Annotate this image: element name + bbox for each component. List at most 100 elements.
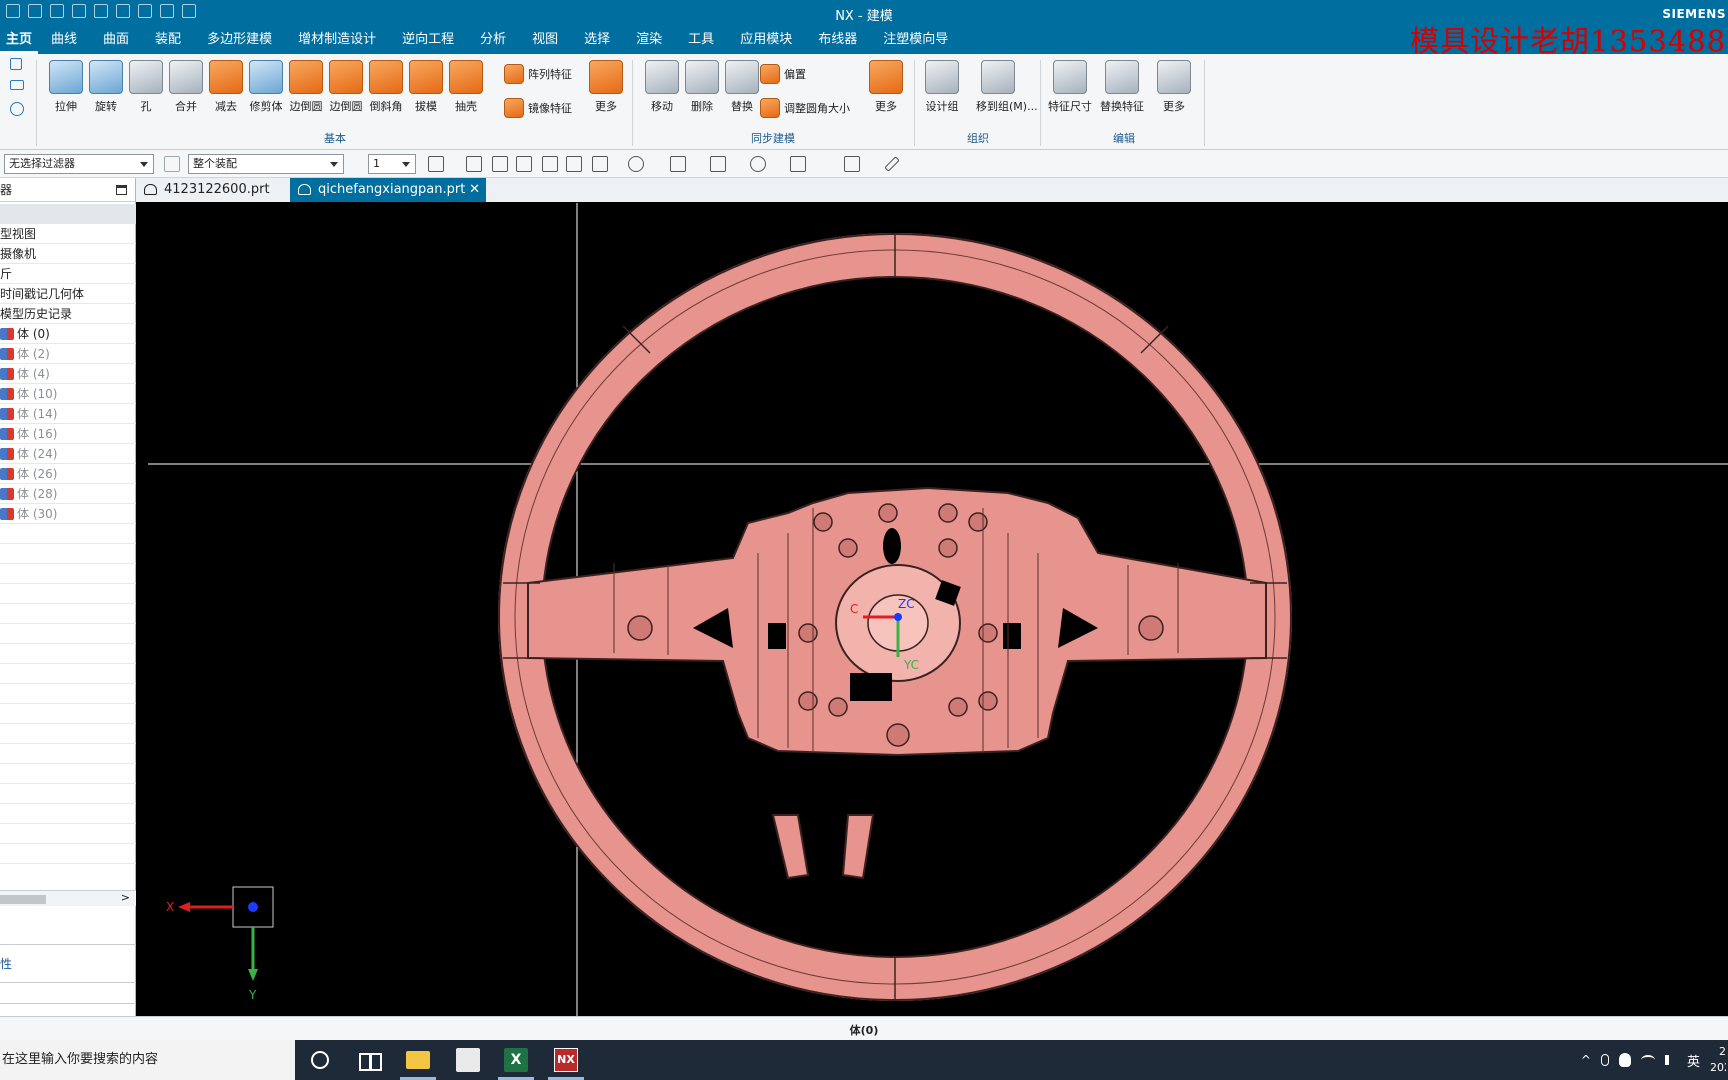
ribbon-tool-button[interactable]: 更多 bbox=[1152, 60, 1196, 114]
navigator-node[interactable]: 体 (10) bbox=[0, 384, 136, 404]
ribbon-tool-button[interactable]: 删除 bbox=[680, 60, 724, 114]
navigator-node[interactable]: 体 (2) bbox=[0, 344, 136, 364]
cortana-icon[interactable] bbox=[311, 1051, 329, 1069]
view-section-icon[interactable] bbox=[790, 156, 806, 172]
selection-scope-dropdown[interactable]: 整个装配 bbox=[188, 154, 344, 174]
network-icon[interactable] bbox=[1640, 1055, 1655, 1065]
menu-tab[interactable]: 多边形建模 bbox=[194, 26, 285, 54]
menu-tab[interactable]: 曲面 bbox=[90, 26, 142, 54]
menu-tab[interactable]: 选择 bbox=[571, 26, 623, 54]
wireframe-icon[interactable] bbox=[566, 156, 582, 172]
navigator-node[interactable]: 体 (14) bbox=[0, 404, 136, 424]
ribbon-small-button[interactable]: 偏置 bbox=[760, 64, 860, 84]
ribbon-tool-button[interactable]: 拔模 bbox=[404, 60, 448, 114]
ribbon-tool-button[interactable]: 旋转 bbox=[84, 60, 128, 114]
scroll-right-arrow[interactable]: > bbox=[121, 891, 130, 904]
qq-tray-icon[interactable] bbox=[1618, 1053, 1631, 1067]
menu-tab[interactable]: 主页 bbox=[0, 26, 39, 54]
nx-app-icon[interactable]: NX bbox=[554, 1048, 578, 1072]
maximize-icon[interactable] bbox=[116, 185, 127, 195]
navigator-node[interactable]: 体 (16) bbox=[0, 424, 136, 444]
horizontal-scrollbar[interactable]: > bbox=[0, 890, 136, 906]
properties-label[interactable]: 性 bbox=[0, 951, 136, 976]
system-clock[interactable]: 2 202 bbox=[1710, 1044, 1726, 1076]
task-view-icon[interactable] bbox=[356, 1048, 382, 1072]
excel-icon[interactable]: X bbox=[504, 1048, 528, 1072]
ribbon-tool-button[interactable]: 替换特征 bbox=[1100, 60, 1144, 114]
ribbon-tool-button[interactable]: 拉伸 bbox=[44, 60, 88, 114]
layer-settings-icon[interactable] bbox=[710, 156, 726, 172]
display-settings-icon[interactable] bbox=[750, 156, 766, 172]
ribbon-tool-button[interactable]: 边倒圆 bbox=[284, 60, 328, 114]
navigator-node[interactable]: 型视图 bbox=[0, 224, 136, 244]
ribbon-small-button[interactable]: 调整圆角大小 bbox=[760, 98, 860, 118]
ribbon-tool-button[interactable]: 移到组(M)... bbox=[976, 60, 1038, 114]
menu-tab[interactable]: 曲线 bbox=[38, 26, 90, 54]
ribbon-tool-button[interactable]: 抽壳 bbox=[444, 60, 488, 114]
navigator-node[interactable]: 体 (30) bbox=[0, 504, 136, 524]
fit-view-icon[interactable] bbox=[592, 156, 608, 172]
navigator-node[interactable] bbox=[0, 204, 136, 224]
menu-tab[interactable]: 分析 bbox=[467, 26, 519, 54]
menu-tab[interactable]: 装配 bbox=[142, 26, 194, 54]
shaded-cube-icon[interactable] bbox=[542, 156, 558, 172]
ribbon-tool-button[interactable]: 合并 bbox=[164, 60, 208, 114]
file-tab[interactable]: qichefangxiangpan.prt ✕ bbox=[290, 178, 486, 202]
ribbon-tool-button[interactable]: 修剪体 bbox=[244, 60, 288, 114]
coordinate-icon[interactable] bbox=[844, 156, 860, 172]
refresh-view-icon[interactable] bbox=[516, 156, 532, 172]
volume-icon[interactable] bbox=[1664, 1055, 1677, 1065]
rectangle-icon[interactable] bbox=[10, 80, 24, 90]
ribbon-tool-button[interactable]: 孔 bbox=[124, 60, 168, 114]
menu-tab[interactable]: 布线器 bbox=[805, 26, 870, 54]
microphone-tray-icon[interactable] bbox=[1600, 1054, 1609, 1066]
render-style-icon[interactable] bbox=[628, 156, 644, 172]
ribbon-tool-button[interactable]: 替换 bbox=[720, 60, 764, 114]
ribbon-tool-button[interactable]: 倒斜角 bbox=[364, 60, 408, 114]
more-button[interactable]: 更多 bbox=[864, 60, 908, 114]
navigator-node[interactable]: 模型历史记录 bbox=[0, 304, 136, 324]
ribbon-tool-button[interactable]: 减去 bbox=[204, 60, 248, 114]
feature-icon[interactable] bbox=[466, 156, 482, 172]
menu-tab[interactable]: 增材制造设计 bbox=[285, 26, 389, 54]
orient-view-icon[interactable] bbox=[670, 156, 686, 172]
more-button[interactable]: 更多 bbox=[584, 60, 628, 114]
file-tab[interactable]: 4123122600.prt bbox=[136, 178, 286, 202]
file-explorer-icon[interactable] bbox=[406, 1051, 430, 1069]
navigator-node[interactable]: 体 (4) bbox=[0, 364, 136, 384]
snap-point-icon[interactable] bbox=[428, 156, 444, 172]
tool-icon bbox=[289, 60, 323, 94]
close-tab-icon[interactable]: ✕ bbox=[469, 178, 480, 202]
menu-tab[interactable]: 逆向工程 bbox=[389, 26, 467, 54]
navigator-node[interactable]: 体 (28) bbox=[0, 484, 136, 504]
circle-icon[interactable] bbox=[10, 102, 24, 116]
selection-filter-dropdown[interactable]: 无选择过滤器 bbox=[4, 154, 154, 174]
navigator-node[interactable]: 体 (24) bbox=[0, 444, 136, 464]
ribbon-tool-button[interactable]: 特征尺寸 bbox=[1048, 60, 1092, 114]
menu-tab[interactable]: 应用模块 bbox=[727, 26, 805, 54]
sketch-line-icon[interactable] bbox=[10, 58, 22, 70]
navigator-node[interactable]: 摄像机 bbox=[0, 244, 136, 264]
ribbon-tool-button[interactable]: 设计组 bbox=[920, 60, 964, 114]
menu-tab[interactable]: 视图 bbox=[519, 26, 571, 54]
tray-overflow-icon[interactable]: ^ bbox=[1581, 1053, 1591, 1067]
menu-tab[interactable]: 工具 bbox=[675, 26, 727, 54]
ribbon-tool-button[interactable]: 边倒圆 bbox=[324, 60, 368, 114]
taskbar-search-box[interactable]: 在这里输入你要搜索的内容 bbox=[0, 1040, 295, 1080]
input-method-indicator[interactable]: 英 bbox=[1687, 1051, 1700, 1070]
calculator-icon[interactable] bbox=[456, 1048, 480, 1072]
measure-distance-icon[interactable] bbox=[492, 156, 508, 172]
navigator-node[interactable]: 斤 bbox=[0, 264, 136, 284]
graphics-window[interactable]: C YC ZC X Y bbox=[148, 203, 1728, 1016]
navigator-node[interactable]: 时间戳记几何体 bbox=[0, 284, 136, 304]
viewport-canvas[interactable]: C YC ZC X Y bbox=[148, 203, 1728, 1016]
menu-tab[interactable]: 渲染 bbox=[623, 26, 675, 54]
navigator-node[interactable]: 体 (26) bbox=[0, 464, 136, 484]
navigator-node[interactable]: 体 (0) bbox=[0, 324, 136, 344]
layer-dropdown[interactable]: 1 bbox=[368, 154, 416, 174]
menu-tab[interactable]: 注塑模向导 bbox=[870, 26, 961, 54]
ribbon-tool-button[interactable]: 移动 bbox=[640, 60, 684, 114]
scrollbar-thumb[interactable] bbox=[0, 895, 46, 904]
ruler-icon[interactable] bbox=[884, 156, 900, 172]
filter-funnel-icon[interactable] bbox=[164, 156, 180, 172]
